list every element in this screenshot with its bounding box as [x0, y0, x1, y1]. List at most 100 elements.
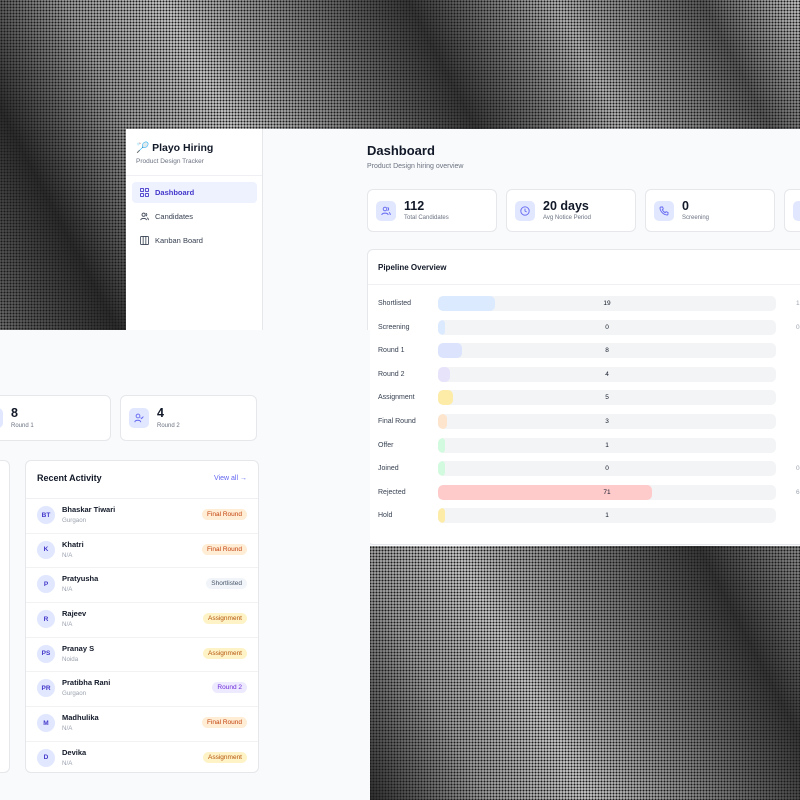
pipeline-stage-label: Rejected — [378, 488, 406, 496]
pipeline-stage-percent: 0 — [796, 323, 800, 331]
app-title: 🏸 Playo Hiring — [136, 141, 214, 155]
sidebar-item-candidates[interactable]: Candidates — [132, 206, 257, 227]
stat-card-avg-notice-period: 20 days Avg Notice Period — [506, 189, 636, 232]
activity-item[interactable]: P Pratyusha N/A Shortlisted — [26, 568, 258, 604]
activity-item[interactable]: PS Pranay S Noida Assignment — [26, 638, 258, 673]
avatar: P — [37, 575, 55, 594]
recent-activity-card: Recent Activity View all → BT Bhaskar Tiw… — [25, 460, 259, 773]
stat-value: 4 — [157, 406, 164, 421]
stats-row: 112 Total Candidates 20 days Avg Notice … — [367, 189, 800, 232]
users-icon — [376, 200, 396, 221]
candidate-name: Pranay S — [62, 643, 95, 653]
activity-item[interactable]: BT Bhaskar Tiwari Gurgaon Final Round — [26, 499, 258, 534]
stat-label: Avg Notice Period — [543, 215, 591, 222]
pipeline-row: Screening 0 0 — [368, 319, 800, 343]
stat-icon — [793, 200, 800, 221]
candidate-name: Rajeev — [62, 609, 87, 619]
candidate-location: N/A — [62, 621, 73, 629]
dashboard-icon — [140, 188, 149, 197]
page-title: Dashboard — [367, 143, 435, 158]
divider — [126, 175, 262, 176]
phone-icon — [654, 200, 674, 221]
stat-label: Round 1 — [11, 422, 34, 429]
partial-card — [0, 460, 10, 773]
stat-value: 20 days — [543, 198, 589, 213]
users-icon — [140, 212, 149, 221]
stat-card-screening: 0 Screening — [645, 189, 775, 232]
activity-item[interactable]: R Rajeev N/A Assignment — [26, 603, 258, 638]
candidate-name: Pratibha Rani — [62, 678, 111, 688]
user-check-icon — [129, 408, 149, 428]
pipeline-stage-count: 8 — [605, 347, 609, 355]
pipeline-stage-count: 4 — [605, 370, 609, 378]
status-badge: Assignment — [203, 613, 247, 625]
pipeline-overview-card: Pipeline Overview Shortlisted 19 1 Screenin… — [367, 249, 800, 545]
pipeline-title: Pipeline Overview — [378, 263, 447, 272]
pipeline-rows: Shortlisted 19 1 Screening 0 0 Round 1 8 Round 2… — [368, 295, 800, 531]
kanban-icon — [140, 236, 149, 245]
activity-stats-row: 8 Round 1 4 Round 2 — [0, 395, 257, 441]
pipeline-row: Offer 1 — [368, 437, 800, 461]
stat-value: 0 — [682, 198, 689, 213]
pipeline-stage-label: Offer — [378, 441, 394, 449]
sidebar-item-kanban-board[interactable]: Kanban Board — [132, 230, 257, 251]
status-badge: Round 2 — [212, 682, 247, 694]
status-badge: Assignment — [203, 647, 247, 659]
avatar: D — [37, 748, 55, 767]
sidebar-item-dashboard[interactable]: Dashboard — [132, 182, 257, 203]
pipeline-stage-label: Assignment — [378, 394, 415, 402]
sidebar-item-label: Candidates — [155, 212, 193, 221]
status-badge: Final Round — [201, 717, 247, 729]
sidebar-item-label: Dashboard — [155, 188, 195, 197]
avatar: M — [37, 714, 55, 733]
candidate-location: N/A — [62, 586, 73, 594]
pipeline-row: Shortlisted 19 1 — [368, 295, 800, 319]
view-all-link[interactable]: View all → — [214, 475, 247, 482]
pipeline-stage-count: 5 — [605, 394, 609, 402]
pipeline-row: Final Round 3 — [368, 413, 800, 437]
clock-icon — [515, 200, 535, 221]
pipeline-stage-count: 1 — [605, 441, 609, 449]
pipeline-row: Assignment 5 — [368, 389, 800, 413]
activity-item[interactable]: PR Pratibha Rani Gurgaon Round 2 — [26, 672, 258, 708]
stat-card-total-candidates: 112 Total Candidates — [367, 189, 497, 232]
candidate-name: Pratyusha — [62, 574, 99, 584]
pipeline-row: Rejected 71 6 — [368, 484, 800, 508]
user-icon — [0, 408, 3, 428]
pipeline-stage-percent: 6 — [796, 488, 800, 496]
pipeline-stage-label: Hold — [378, 512, 393, 520]
stat-label: Screening — [682, 215, 710, 222]
pipeline-row: Round 2 4 — [368, 366, 800, 390]
candidate-location: Noida — [62, 655, 79, 663]
brand-title-text: Playo Hiring — [152, 141, 214, 154]
pipeline-stage-label: Round 1 — [378, 347, 405, 355]
stat-label: Round 2 — [157, 422, 180, 429]
avatar: PS — [37, 644, 55, 663]
divider — [368, 284, 800, 285]
app-subtitle: Product Design Tracker — [136, 158, 204, 165]
activity-item[interactable]: K Khatri N/A Final Round — [26, 534, 258, 569]
activity-item[interactable]: M Madhulika N/A Final Round — [26, 707, 258, 742]
activity-list: BT Bhaskar Tiwari Gurgaon Final Round K Khatr… — [26, 499, 258, 777]
pipeline-stage-count: 0 — [605, 465, 609, 473]
candidate-location: Gurgaon — [62, 517, 87, 524]
status-badge: Shortlisted — [206, 578, 247, 590]
avatar: PR — [37, 679, 55, 698]
pipeline-stage-count: 19 — [603, 300, 611, 307]
pipeline-stage-label: Final Round — [378, 417, 416, 425]
candidate-location: N/A — [62, 759, 73, 767]
pipeline-stage-percent: 1 — [796, 300, 800, 307]
status-badge: Final Round — [201, 509, 247, 520]
stat-card-partial — [784, 189, 800, 232]
sidebar-nav: Dashboard Candidates Kanban Board — [132, 182, 257, 254]
pipeline-stage-count: 3 — [605, 417, 609, 425]
recent-activity-title: Recent Activity — [37, 473, 102, 483]
stat-card-round-2: 4 Round 2 — [120, 395, 257, 441]
pipeline-row: Round 1 8 — [368, 342, 800, 366]
pipeline-row: Joined 0 0 — [368, 460, 800, 484]
brand: 🏸 Playo Hiring Product Design Tracker — [136, 141, 214, 166]
activity-item[interactable]: D Devika N/A Assignment — [26, 742, 258, 777]
pipeline-stage-percent: 0 — [796, 465, 800, 473]
activity-window: 8 Round 1 4 Round 2 Recent Activity View… — [0, 330, 370, 800]
stat-value: 8 — [11, 406, 18, 421]
